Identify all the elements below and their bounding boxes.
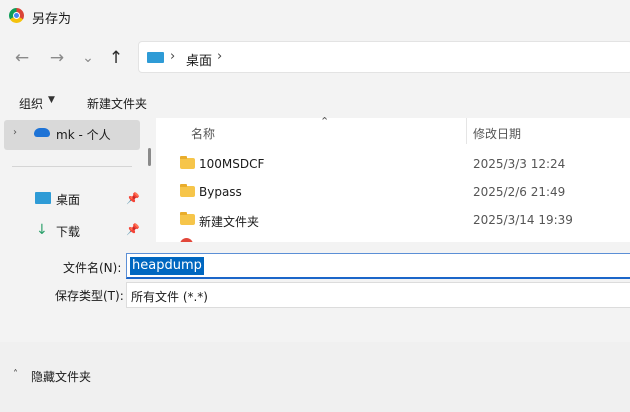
save-type-value[interactable]: 所有文件 (*.*)	[131, 288, 208, 305]
pin-icon[interactable]: 📌	[126, 192, 140, 205]
column-header-name[interactable]: 名称	[191, 125, 215, 142]
new-folder-button[interactable]: 新建文件夹	[87, 95, 147, 112]
list-item[interactable]: 100MSDCF 2025/3/3 12:24	[156, 152, 630, 180]
save-form: 文件名(N): heapdump 保存类型(T): 所有文件 (*.*)	[0, 242, 630, 342]
breadcrumb-desktop[interactable]: 桌面	[186, 50, 212, 69]
sort-ascending-icon: ⌃	[320, 115, 330, 128]
onedrive-cloud-icon	[34, 128, 50, 137]
list-item[interactable]: Bypass 2025/2/6 21:49	[156, 180, 630, 208]
address-bar[interactable]: › 桌面 ›	[138, 41, 630, 73]
pin-icon[interactable]: 📌	[126, 223, 140, 236]
scrollbar-thumb[interactable]	[148, 148, 151, 166]
sidebar-item-label[interactable]: mk - 个人	[56, 126, 111, 143]
sidebar-item-desktop[interactable]: 桌面	[56, 191, 80, 208]
command-bar: 组织 ▼ 新建文件夹	[0, 84, 630, 118]
title-bar: 另存为	[0, 0, 630, 32]
forward-icon[interactable]: →	[45, 46, 69, 70]
window-title: 另存为	[32, 12, 72, 27]
navigation-pane: › mk - 个人 桌面 📌 ↓ 下载 📌	[0, 118, 156, 242]
this-pc-icon	[147, 52, 164, 63]
filename-value[interactable]: heapdump	[130, 257, 204, 275]
breadcrumb-separator-icon[interactable]: ›	[170, 49, 175, 64]
folder-icon	[180, 184, 195, 197]
column-divider[interactable]	[466, 118, 467, 144]
save-type-label: 保存类型(T):	[55, 289, 124, 303]
file-name: Bypass	[199, 185, 242, 199]
up-icon[interactable]: ↑	[104, 46, 128, 70]
file-date: 2025/3/14 19:39	[473, 213, 573, 227]
back-icon[interactable]: ←	[10, 46, 34, 70]
organize-dropdown-icon[interactable]: ▼	[48, 95, 55, 105]
save-type-select[interactable]: 所有文件 (*.*)	[126, 282, 630, 308]
organize-button[interactable]: 组织	[19, 95, 43, 112]
file-date: 2025/3/3 12:24	[473, 157, 566, 171]
divider	[12, 166, 132, 167]
sidebar-item-downloads[interactable]: 下载	[56, 223, 80, 240]
download-icon: ↓	[36, 222, 48, 238]
desktop-icon	[35, 192, 51, 204]
file-name: 新建文件夹	[199, 215, 260, 229]
file-list: ⌃ 名称 修改日期 100MSDCF 2025/3/3 12:24 Bypass…	[156, 115, 630, 246]
dialog-footer: ˄ 隐藏文件夹	[0, 342, 630, 412]
file-date: 2025/2/6 21:49	[473, 185, 566, 199]
filename-input[interactable]: heapdump	[126, 253, 630, 279]
folder-icon	[180, 212, 195, 225]
folder-icon	[180, 156, 195, 169]
recent-locations-icon[interactable]: ⌄	[76, 46, 100, 70]
file-name: 100MSDCF	[199, 157, 265, 171]
expand-icon[interactable]: ›	[13, 127, 17, 138]
column-header-date[interactable]: 修改日期	[473, 125, 521, 142]
filename-label: 文件名(N):	[63, 261, 122, 275]
breadcrumb-separator-icon[interactable]: ›	[217, 49, 222, 64]
list-item[interactable]: 新建文件夹 2025/3/14 19:39	[156, 208, 630, 236]
hide-folders-button[interactable]: 隐藏文件夹	[31, 368, 91, 385]
chrome-icon	[9, 8, 24, 23]
navigation-bar: ← → ⌄ ↑ › 桌面 ›	[0, 32, 630, 84]
collapse-icon[interactable]: ˄	[13, 369, 18, 380]
